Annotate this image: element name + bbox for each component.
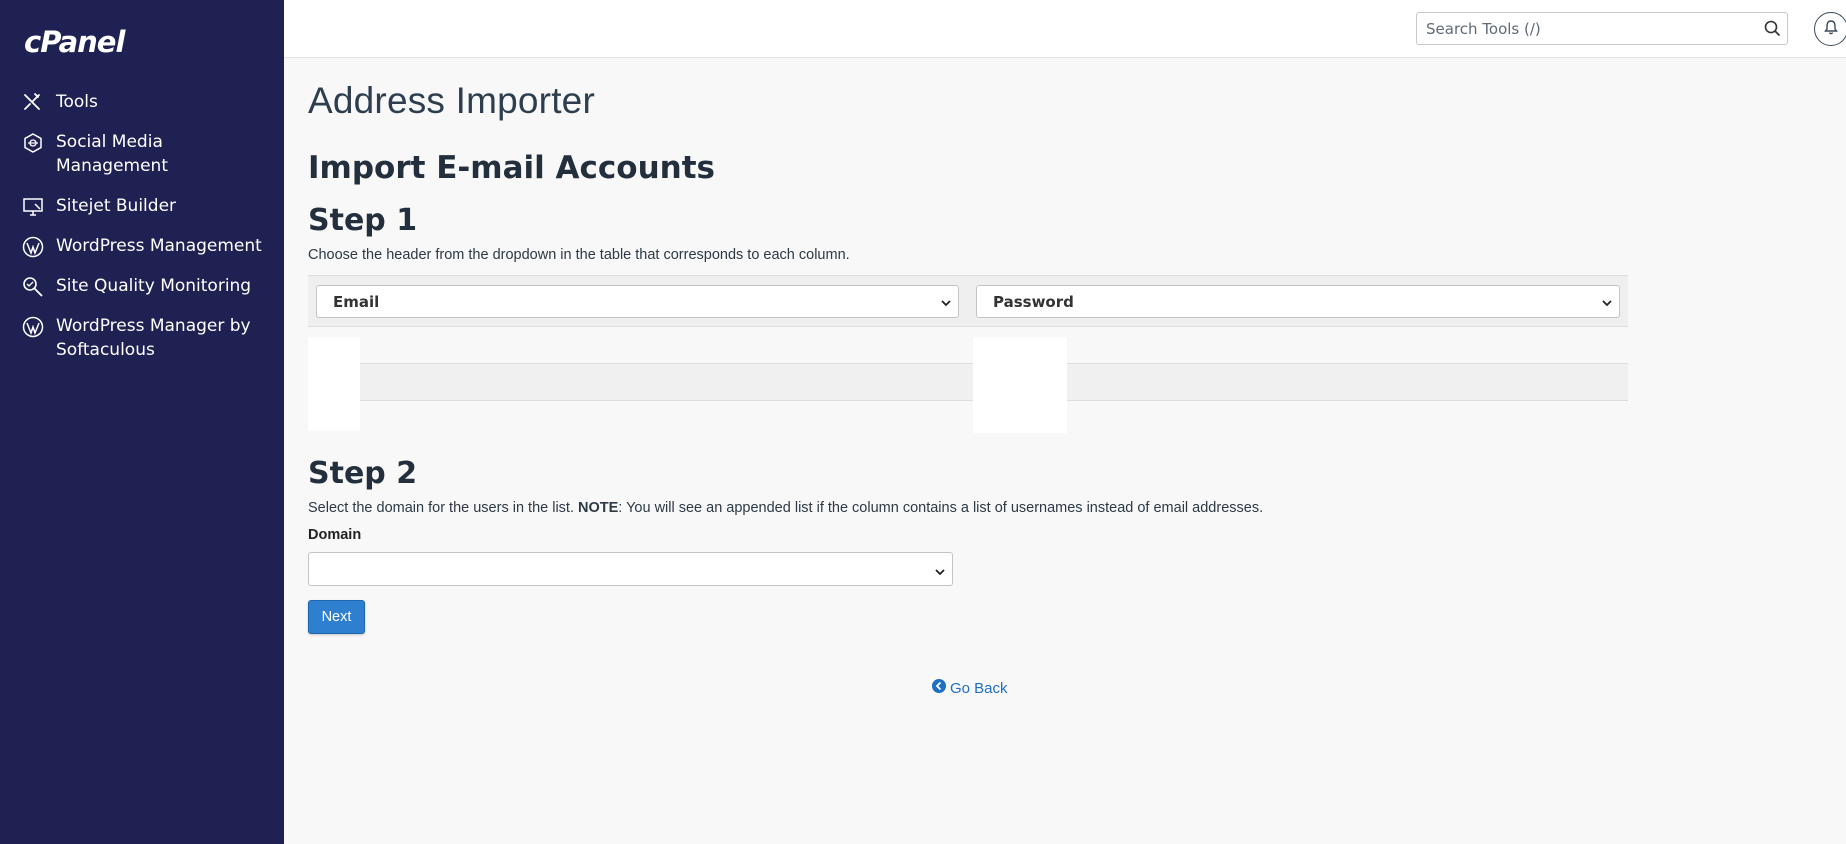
sidebar-item-tools[interactable]: Tools xyxy=(0,90,284,114)
cpanel-logo[interactable]: cPanel xyxy=(24,25,125,59)
chevron-down-icon xyxy=(934,563,946,582)
search-box xyxy=(1416,12,1788,45)
column-header-select-password[interactable]: Password xyxy=(976,285,1620,318)
import-table: Email Password xyxy=(308,275,1628,438)
arrow-left-circle-icon xyxy=(932,679,946,697)
sitejet-icon xyxy=(22,194,56,218)
redacted-cell xyxy=(308,337,360,431)
sidebar-item-label: Tools xyxy=(56,92,98,112)
select-value: Email xyxy=(333,292,380,311)
search-input[interactable] xyxy=(1417,13,1747,44)
sidebar-nav: Tools Social Media Management Sitejet Bu… xyxy=(0,90,284,378)
bell-icon xyxy=(1824,19,1838,39)
help-text: Select the domain for the users in the l… xyxy=(308,500,578,516)
tools-icon xyxy=(22,90,56,114)
wordpress-icon xyxy=(22,314,56,338)
help-note: NOTE xyxy=(578,500,619,516)
social-media-icon xyxy=(22,130,56,154)
go-back-link[interactable]: Go Back xyxy=(932,679,1008,697)
table-row xyxy=(308,401,1628,438)
site-quality-icon xyxy=(22,274,56,298)
sidebar-item-label: WordPress Manager by Softaculous xyxy=(56,316,251,360)
help-text: : You will see an appended list if the c… xyxy=(618,500,1264,516)
top-bar xyxy=(284,0,1846,58)
redacted-cell xyxy=(973,337,1067,433)
step1-help: Choose the header from the dropdown in t… xyxy=(308,247,850,263)
sidebar-item-label: Sitejet Builder xyxy=(56,196,177,216)
sidebar: cPanel Tools Social Media Management Sit… xyxy=(0,0,284,844)
select-value: Password xyxy=(993,292,1074,311)
sidebar-item-label: WordPress Management xyxy=(56,236,262,256)
sidebar-item-wordpress-management[interactable]: WordPress Management xyxy=(0,234,284,258)
sidebar-item-label: Site Quality Monitoring xyxy=(56,276,252,296)
sidebar-item-wordpress-manager-softaculous[interactable]: WordPress Manager by Softaculous xyxy=(0,314,284,362)
sidebar-item-social-media[interactable]: Social Media Management xyxy=(0,130,284,178)
chevron-down-icon xyxy=(1601,295,1613,313)
next-button[interactable]: Next xyxy=(308,600,365,634)
go-back-label: Go Back xyxy=(950,679,1008,697)
page-title: Address Importer xyxy=(308,80,595,121)
sidebar-item-label: Social Media Management xyxy=(56,132,168,176)
domain-select[interactable] xyxy=(308,552,953,586)
column-header-select-email[interactable]: Email xyxy=(316,285,959,318)
table-header-row: Email Password xyxy=(308,275,1628,327)
step1-heading: Step 1 xyxy=(308,203,418,238)
step2-heading: Step 2 xyxy=(308,456,418,491)
sidebar-item-sitejet-builder[interactable]: Sitejet Builder xyxy=(0,194,284,218)
table-row xyxy=(308,327,1628,364)
chevron-down-icon xyxy=(940,295,952,313)
step2-help: Select the domain for the users in the l… xyxy=(308,500,1263,516)
section-title: Import E-mail Accounts xyxy=(308,150,715,186)
wordpress-icon xyxy=(22,234,56,258)
table-row xyxy=(308,364,1628,401)
notifications-button[interactable] xyxy=(1814,12,1846,46)
search-icon[interactable] xyxy=(1764,20,1781,41)
domain-label: Domain xyxy=(308,527,362,543)
sidebar-item-site-quality-monitoring[interactable]: Site Quality Monitoring xyxy=(0,274,284,298)
